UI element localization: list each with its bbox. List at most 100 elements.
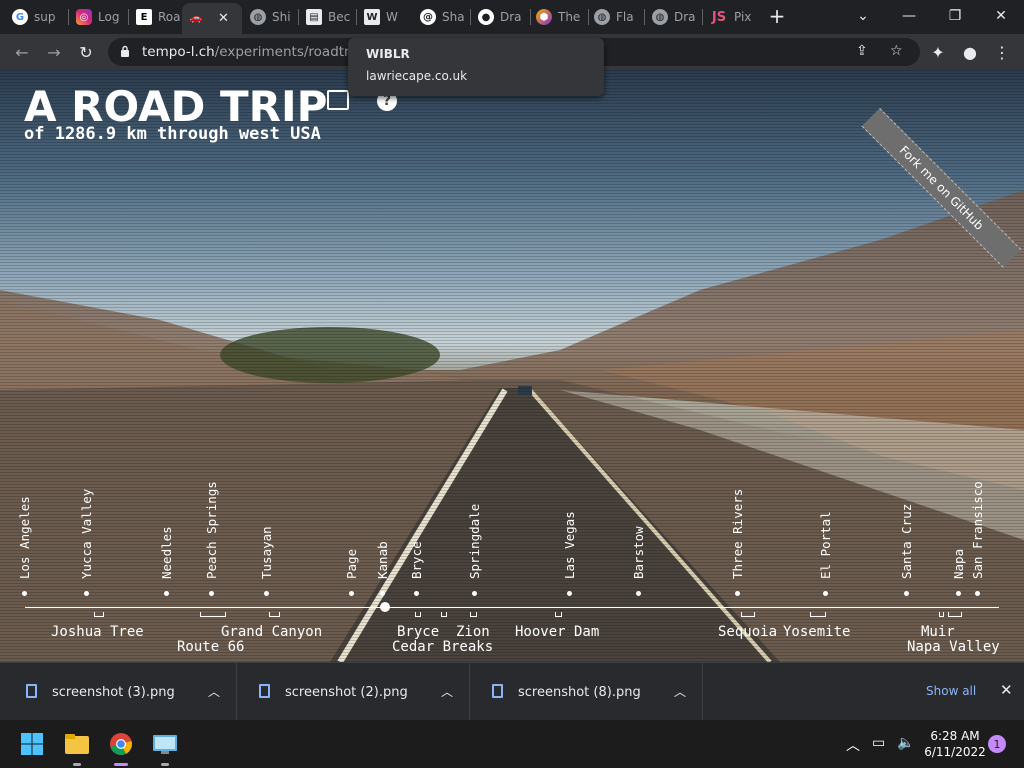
- city-dot[interactable]: [84, 591, 89, 596]
- city-label[interactable]: El Portal: [818, 511, 833, 579]
- download-item[interactable]: screenshot (8).png ︿: [470, 663, 703, 721]
- google-icon: G: [12, 9, 28, 25]
- notification-badge[interactable]: 1: [988, 735, 1006, 753]
- city-dot[interactable]: [380, 591, 385, 596]
- menu-kebab-icon[interactable]: ⋮: [990, 40, 1014, 64]
- city-dot[interactable]: [209, 591, 214, 596]
- volume-icon[interactable]: 🔈: [897, 735, 914, 751]
- restore-button[interactable]: ❐: [932, 0, 978, 32]
- profile-avatar-icon[interactable]: ●: [958, 40, 982, 64]
- region-bracket: [741, 612, 755, 617]
- tray-chevron-up-icon[interactable]: ︿: [846, 735, 860, 755]
- close-window-button[interactable]: ✕: [978, 0, 1024, 32]
- back-button[interactable]: ←: [10, 40, 34, 64]
- chevron-up-icon[interactable]: ︿: [208, 683, 220, 700]
- tab-10[interactable]: ⬢ The: [530, 4, 586, 30]
- city-dot[interactable]: [349, 591, 354, 596]
- running-indicator: [73, 763, 81, 766]
- city-dot[interactable]: [823, 591, 828, 596]
- close-downloads-icon[interactable]: ✕: [1000, 681, 1013, 699]
- system-clock[interactable]: 6:28 AM 6/11/2022: [922, 728, 988, 760]
- region-label[interactable]: Sequoia: [718, 624, 777, 640]
- w-icon: W: [364, 9, 380, 25]
- region-label[interactable]: Yosemite: [783, 624, 850, 640]
- tab-8[interactable]: @ Sha: [414, 4, 468, 30]
- minimize-button[interactable]: —: [886, 0, 932, 32]
- region-label[interactable]: Cedar Breaks: [392, 639, 493, 655]
- city-dot[interactable]: [264, 591, 269, 596]
- chevron-up-icon[interactable]: ︿: [674, 683, 686, 700]
- city-label[interactable]: Santa Cruz: [899, 504, 914, 579]
- download-item[interactable]: screenshot (2).png ︿: [237, 663, 470, 721]
- city-label[interactable]: Las Vegas: [562, 511, 577, 579]
- chrome-icon[interactable]: [105, 728, 137, 766]
- share-icon[interactable]: ⇪: [856, 43, 868, 59]
- lock-icon: [121, 45, 129, 57]
- region-label[interactable]: Muir: [921, 624, 955, 640]
- city-dot[interactable]: [636, 591, 641, 596]
- region-label[interactable]: Route 66: [177, 639, 244, 655]
- region-label[interactable]: Zion: [456, 624, 490, 640]
- city-dot[interactable]: [414, 591, 419, 596]
- tab-11[interactable]: ◍ Fla: [588, 4, 644, 30]
- file-icon: [26, 684, 37, 698]
- control-panel-icon[interactable]: [149, 728, 181, 766]
- city-label[interactable]: Needles: [159, 526, 174, 579]
- tab-search-chevron-icon[interactable]: ⌄: [840, 0, 886, 32]
- city-label[interactable]: Los Angeles: [17, 496, 32, 579]
- city-label[interactable]: Yucca Valley: [79, 489, 94, 579]
- region-label[interactable]: Napa Valley: [907, 639, 1000, 655]
- region-label[interactable]: Grand Canyon: [221, 624, 322, 640]
- region-label[interactable]: Joshua Tree: [51, 624, 144, 640]
- network-icon[interactable]: ▭: [872, 735, 885, 751]
- city-dot[interactable]: [735, 591, 740, 596]
- file-explorer-icon[interactable]: [61, 728, 93, 766]
- city-label[interactable]: Tusayan: [259, 526, 274, 579]
- tab-5[interactable]: ◍ Shi: [244, 4, 296, 30]
- download-item[interactable]: screenshot (3).png ︿: [4, 663, 237, 721]
- forward-button[interactable]: →: [42, 40, 66, 64]
- city-label[interactable]: Page: [344, 549, 359, 579]
- city-label[interactable]: Peach Springs: [204, 481, 219, 579]
- tab-1[interactable]: G sup: [6, 4, 66, 30]
- extensions-puzzle-icon[interactable]: ✦: [926, 40, 950, 64]
- tab-2[interactable]: ◎ Log: [70, 4, 126, 30]
- gallery-icon[interactable]: [327, 90, 349, 110]
- trip-progress-marker[interactable]: [380, 602, 390, 612]
- download-filename: screenshot (3).png: [52, 685, 175, 700]
- tab-12-label: Dra: [674, 10, 696, 24]
- tab-7[interactable]: W W: [358, 4, 412, 30]
- tab-12[interactable]: ◍ Dra: [646, 4, 702, 30]
- tab-3[interactable]: E Roa: [130, 4, 182, 30]
- city-label[interactable]: Three Rivers: [730, 489, 745, 579]
- reload-button[interactable]: ↻: [74, 40, 98, 64]
- tab-3-label: Roa: [158, 10, 181, 24]
- tab-6[interactable]: ▤ Bec: [300, 4, 354, 30]
- city-dot[interactable]: [956, 591, 961, 596]
- tab-active[interactable]: 🚗 ✕: [182, 3, 242, 34]
- city-label[interactable]: Springdale: [467, 504, 482, 579]
- region-label[interactable]: Hoover Dam: [515, 624, 599, 640]
- github-icon: ●: [478, 9, 494, 25]
- city-dot[interactable]: [22, 591, 27, 596]
- city-label[interactable]: Bryce: [409, 541, 424, 579]
- city-label[interactable]: Kanab: [375, 541, 390, 579]
- tab-9[interactable]: ● Dra: [472, 4, 528, 30]
- tab-13[interactable]: JS Pix: [704, 4, 760, 30]
- chevron-up-icon[interactable]: ︿: [441, 683, 453, 700]
- city-label[interactable]: Napa: [951, 549, 966, 579]
- bookmark-star-icon[interactable]: ☆: [890, 43, 903, 59]
- city-label[interactable]: Barstow: [631, 526, 646, 579]
- close-tab-icon[interactable]: ✕: [218, 11, 229, 26]
- city-dot[interactable]: [975, 591, 980, 596]
- city-dot[interactable]: [472, 591, 477, 596]
- city-label[interactable]: San Fransisco: [970, 481, 985, 579]
- city-dot[interactable]: [567, 591, 572, 596]
- downloads-bar: screenshot (3).png ︿ screenshot (2).png …: [0, 662, 1024, 721]
- new-tab-button[interactable]: +: [766, 5, 788, 27]
- city-dot[interactable]: [904, 591, 909, 596]
- windows-start-icon[interactable]: [16, 728, 48, 760]
- region-label[interactable]: Bryce: [397, 624, 439, 640]
- show-all-link[interactable]: Show all: [926, 684, 976, 698]
- city-dot[interactable]: [164, 591, 169, 596]
